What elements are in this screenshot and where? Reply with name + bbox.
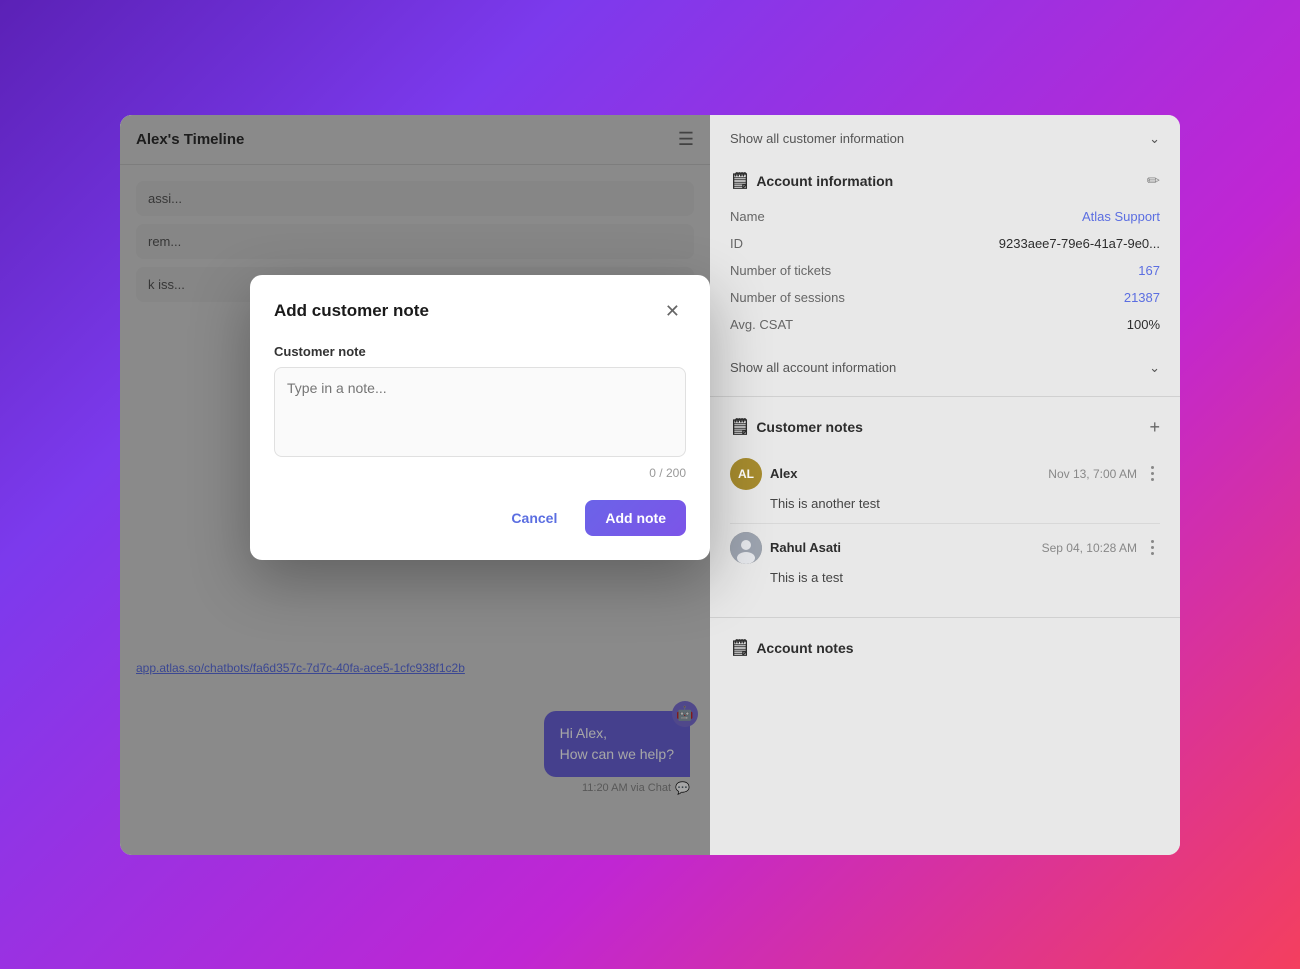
note-menu-alex[interactable] <box>1145 462 1160 485</box>
account-info-icon: 🗒 <box>730 171 750 191</box>
account-notes-icon: 🗒 <box>730 638 750 658</box>
chevron-down-icon: ⌄ <box>1149 131 1160 147</box>
note-text-rahul: This is a test <box>730 570 1160 585</box>
modal-close-button[interactable]: ✕ <box>659 299 686 324</box>
char-count: 0 / 200 <box>274 466 686 480</box>
customer-notes-title: 🗒 Customer notes <box>730 417 863 437</box>
customer-note-textarea[interactable] <box>274 367 686 457</box>
divider-1 <box>710 396 1180 397</box>
id-value: 9233aee7-79e6-41a7-9e0... <box>999 236 1160 251</box>
note-date-rahul: Sep 04, 10:28 AM <box>1042 541 1137 555</box>
customer-note-label: Customer note <box>274 344 686 359</box>
add-customer-note-button[interactable]: + <box>1149 417 1160 438</box>
add-customer-note-modal: Add customer note ✕ Customer note 0 / 20… <box>250 275 710 560</box>
cancel-button[interactable]: Cancel <box>495 502 573 534</box>
sessions-label: Number of sessions <box>730 290 845 305</box>
note-author-name-rahul: Rahul Asati <box>770 540 841 555</box>
chevron-down-account-icon: ⌄ <box>1149 360 1160 376</box>
sessions-value[interactable]: 21387 <box>1124 290 1160 305</box>
note-text-alex: This is another test <box>730 496 1160 511</box>
add-note-button[interactable]: Add note <box>585 500 686 536</box>
info-row-name: Name Atlas Support <box>730 203 1160 230</box>
avatar-rahul <box>730 532 762 564</box>
avatar-alex: AL <box>730 458 762 490</box>
note-menu-rahul[interactable] <box>1145 536 1160 559</box>
edit-icon[interactable]: ✏ <box>1147 171 1160 191</box>
customer-notes-header: 🗒 Customer notes + <box>730 417 1160 438</box>
note-date-alex: Nov 13, 7:00 AM <box>1048 467 1137 481</box>
id-label: ID <box>730 236 743 251</box>
right-panel: Show all customer information ⌄ 🗒 Accoun… <box>710 115 1180 855</box>
account-notes-section: 🗒 Account notes <box>710 626 1180 682</box>
info-row-id: ID 9233aee7-79e6-41a7-9e0... <box>730 230 1160 257</box>
info-row-csat: Avg. CSAT 100% <box>730 311 1160 338</box>
account-notes-title: 🗒 Account notes <box>730 638 854 658</box>
account-info-title: 🗒 Account information <box>730 171 893 191</box>
account-info-header: 🗒 Account information ✏ <box>730 171 1160 191</box>
note-header-alex: AL Alex Nov 13, 7:00 AM <box>730 458 1160 490</box>
app-container: Alex's Timeline ☰ assi... rem... k iss..… <box>120 115 1180 855</box>
divider-2 <box>710 617 1180 618</box>
left-panel: Alex's Timeline ☰ assi... rem... k iss..… <box>120 115 710 855</box>
note-header-rahul: Rahul Asati Sep 04, 10:28 AM <box>730 532 1160 564</box>
csat-label: Avg. CSAT <box>730 317 793 332</box>
name-value[interactable]: Atlas Support <box>1082 209 1160 224</box>
account-notes-header: 🗒 Account notes <box>730 638 1160 658</box>
show-all-customer-info-bar[interactable]: Show all customer information ⌄ <box>710 127 1180 159</box>
show-customer-info-label: Show all customer information <box>730 131 904 146</box>
account-information-section: 🗒 Account information ✏ Name Atlas Suppo… <box>710 159 1180 350</box>
note-item-rahul: Rahul Asati Sep 04, 10:28 AM This is a t… <box>730 524 1160 597</box>
show-account-info-label: Show all account information <box>730 360 896 375</box>
tickets-value[interactable]: 167 <box>1138 263 1160 278</box>
customer-notes-icon: 🗒 <box>730 417 750 437</box>
modal-title: Add customer note <box>274 301 429 321</box>
info-row-tickets: Number of tickets 167 <box>730 257 1160 284</box>
modal-actions: Cancel Add note <box>274 500 686 536</box>
modal-overlay: Add customer note ✕ Customer note 0 / 20… <box>120 115 710 855</box>
note-item-alex: AL Alex Nov 13, 7:00 AM This is another … <box>730 450 1160 524</box>
note-author-row-alex: AL Alex <box>730 458 797 490</box>
show-all-account-info-bar[interactable]: Show all account information ⌄ <box>710 352 1180 388</box>
tickets-label: Number of tickets <box>730 263 831 278</box>
csat-value: 100% <box>1127 317 1160 332</box>
info-row-sessions: Number of sessions 21387 <box>730 284 1160 311</box>
note-author-row-rahul: Rahul Asati <box>730 532 841 564</box>
modal-header: Add customer note ✕ <box>274 299 686 324</box>
name-label: Name <box>730 209 765 224</box>
note-author-name-alex: Alex <box>770 466 797 481</box>
customer-notes-section: 🗒 Customer notes + AL Alex Nov 13, 7:00 … <box>710 405 1180 609</box>
